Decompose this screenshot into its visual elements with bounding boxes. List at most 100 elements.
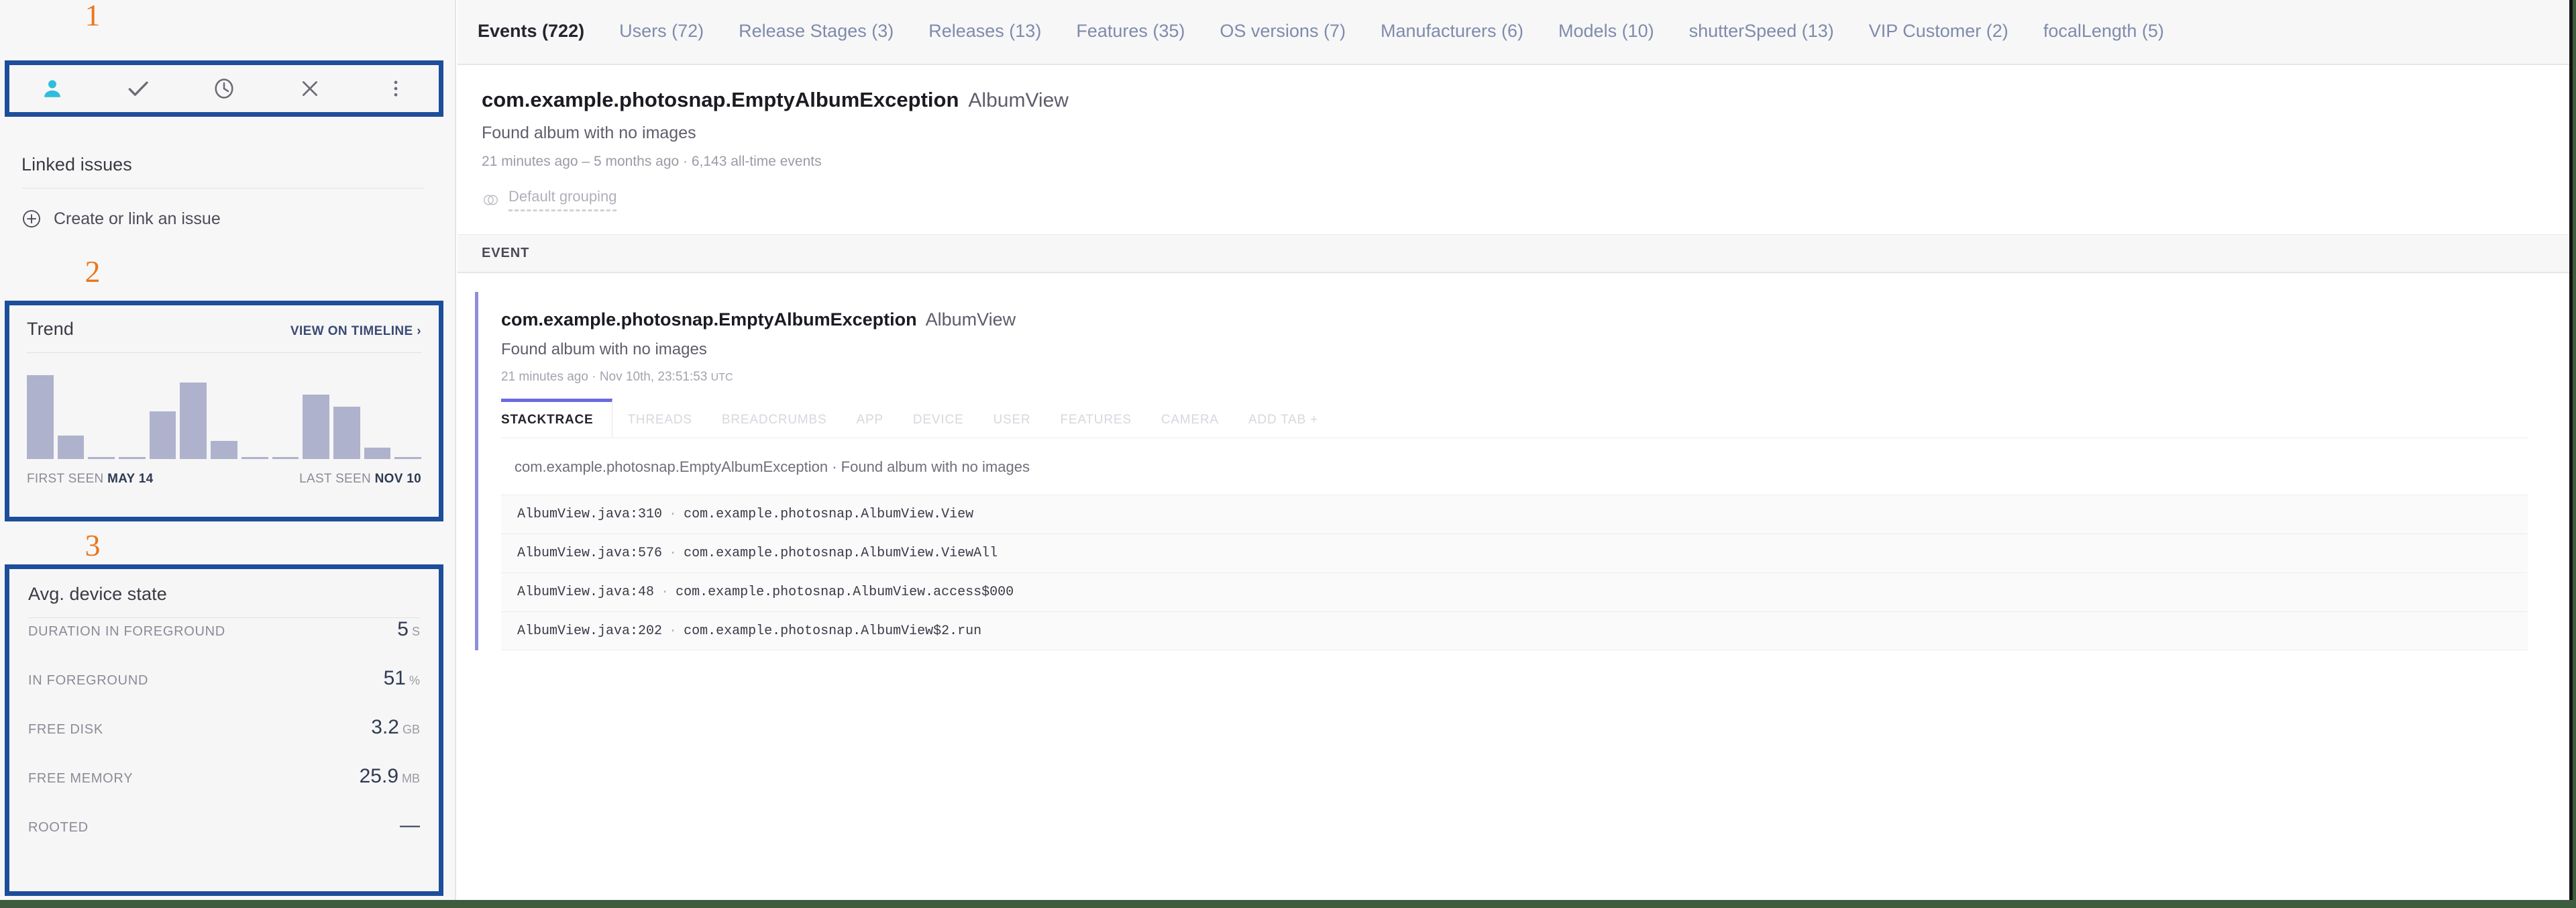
stacktrace-location: AlbumView.java:310 [517,507,663,522]
trend-bar-10 [333,407,360,459]
trend-bar-7 [241,457,268,459]
event-sub-tab-3[interactable]: APP [841,402,898,438]
facet-tab-10[interactable]: focalLength (5) [2043,21,2164,43]
device-metric-label: DURATION IN FOREGROUND [28,624,225,639]
stacktrace-location: AlbumView.java:48 [517,585,655,600]
ignore-button[interactable] [267,65,353,112]
screenshot-root: Linked issues Create or link an issue Tr… [0,0,2576,908]
stacktrace-header: com.example.photosnap.EmptyAlbumExceptio… [515,458,1030,475]
grouping-label: Default grouping [508,188,617,211]
annotation-number-1: 1 [85,0,101,32]
device-state-card: Avg. device state DURATION IN FOREGROUND… [9,569,439,891]
error-header: com.example.photosnap.EmptyAlbumExceptio… [458,65,2569,211]
event-sub-tab-4[interactable]: DEVICE [898,402,979,438]
facet-tab-3[interactable]: Releases (13) [928,21,1041,43]
window-edge-right [2569,0,2576,908]
event-card: com.example.photosnap.EmptyAlbumExceptio… [475,292,2528,650]
facet-tab-7[interactable]: Models (10) [1558,21,1654,43]
trend-bar-chart [27,372,421,459]
facet-tab-2[interactable]: Release Stages (3) [739,21,894,43]
facet-tab-6[interactable]: Manufacturers (6) [1381,21,1523,43]
device-metric-row: FREE DISK 3.2 GB [28,716,420,765]
event-sub-tab-1[interactable]: THREADS [612,402,706,438]
facet-tab-1[interactable]: Users (72) [619,21,704,43]
stacktrace-method: com.example.photosnap.AlbumView.access$0… [676,585,1014,600]
x-icon [303,81,317,96]
event-timestamp: Nov 10th, 23:51:53 [599,370,708,384]
left-sidebar: Linked issues Create or link an issue Tr… [0,0,456,900]
stacktrace-row[interactable]: AlbumView.java:202 · com.example.photosnap… [501,611,2528,650]
facet-tab-5[interactable]: OS versions (7) [1220,21,1346,43]
event-meta-separator: · [592,370,596,384]
event-sub-tab-0[interactable]: STACKTRACE [501,399,613,438]
event-relative-time: 21 minutes ago [501,370,588,384]
stacktrace-row[interactable]: AlbumView.java:48 · com.example.photosnap.… [501,572,2528,611]
trend-header: Trend VIEW ON TIMELINE › [27,319,421,340]
divider [27,352,421,353]
facet-tab-bar[interactable]: Events (722) Users (72) Release Stages (3)… [458,0,2569,65]
more-options-button[interactable] [353,65,439,112]
trend-bar-0 [27,375,54,459]
check-icon [128,81,148,96]
event-sub-tab-6[interactable]: FEATURES [1045,402,1146,438]
event-section-strip: EVENT [458,234,2569,273]
stacktrace-separator: · [669,623,678,639]
person-icon [44,80,60,97]
issue-action-toolbar [9,65,439,112]
event-title-row: com.example.photosnap.EmptyAlbumExceptio… [501,309,2528,330]
first-seen: FIRST SEEN MAY 14 [27,472,154,487]
event-sub-tab-7[interactable]: CAMERA [1146,402,1234,438]
last-seen-value: NOV 10 [374,472,421,486]
plus-circle-icon [23,210,40,228]
linked-issues-section: Linked issues Create or link an issue [21,154,424,229]
clock-icon [215,79,233,99]
trend-bar-4 [149,411,176,459]
trend-bar-3 [119,457,146,459]
stacktrace-method: com.example.photosnap.AlbumView.View [684,507,974,522]
snooze-button[interactable] [181,65,267,112]
trend-bar-2 [88,457,115,459]
device-metrics-list: DURATION IN FOREGROUND 5 S IN FOREGROUND 51%… [28,618,420,863]
trend-bar-8 [272,457,299,459]
trend-bar-6 [211,440,237,459]
facet-tab-4[interactable]: Features (35) [1076,21,1185,43]
event-sub-tab-5[interactable]: USER [978,402,1045,438]
stacktrace-row[interactable]: AlbumView.java:576 · com.example.photosnap… [501,534,2528,572]
trend-bar-1 [57,435,85,459]
first-seen-label: FIRST SEEN [27,472,104,486]
device-metric-unit: S [411,625,420,638]
event-sub-tab-2[interactable]: BREADCRUMBS [707,402,842,438]
device-metric-label: IN FOREGROUND [28,673,149,688]
trend-bar-12 [394,457,421,459]
stacktrace-location: AlbumView.java:202 [517,623,663,639]
last-seen: LAST SEEN NOV 10 [299,472,421,487]
event-strip-label: EVENT [482,246,530,260]
trend-bar-9 [303,394,329,459]
last-seen-label: LAST SEEN [299,472,372,486]
event-context: AlbumView [925,309,1016,330]
stacktrace-row[interactable]: AlbumView.java:310 · com.example.photosnap… [501,495,2528,534]
trend-footer: FIRST SEEN MAY 14 LAST SEEN NOV 10 [27,472,421,487]
grouping-control[interactable]: Default grouping [482,188,617,211]
assign-user-button[interactable] [9,65,95,112]
device-metric-value: 25.9 MB [359,765,420,787]
view-on-timeline-link[interactable]: VIEW ON TIMELINE › [290,324,421,339]
event-class-name: com.example.photosnap.EmptyAlbumExceptio… [501,309,917,330]
facet-tab-0[interactable]: Events (722) [478,21,584,43]
device-metric-unit: MB [402,772,420,785]
kebab-menu-icon [394,81,398,97]
event-sub-tab-8[interactable]: ADD TAB + [1234,402,1333,438]
facet-tab-9[interactable]: VIP Customer (2) [1869,21,2008,43]
event-sub-tabs[interactable]: STACKTRACE THREADS BREADCRUMBS APP DEVICE USE… [501,399,2528,438]
stacktrace-method: com.example.photosnap.AlbumView$2.run [684,623,982,639]
mark-fixed-button[interactable] [95,65,181,112]
main-content: Events (722) Users (72) Release Stages (3)… [458,0,2569,900]
device-metric-row: ROOTED — [28,814,420,863]
device-metric-row: DURATION IN FOREGROUND 5 S [28,618,420,667]
create-or-link-issue-button[interactable]: Create or link an issue [21,209,424,229]
stacktrace-list: AlbumView.java:310 · com.example.photosnap… [501,495,2528,650]
device-metric-label: ROOTED [28,820,89,835]
stacktrace-separator: · [669,546,678,561]
device-metric-value: 3.2 GB [371,716,420,738]
facet-tab-8[interactable]: shutterSpeed (13) [1689,21,1834,43]
